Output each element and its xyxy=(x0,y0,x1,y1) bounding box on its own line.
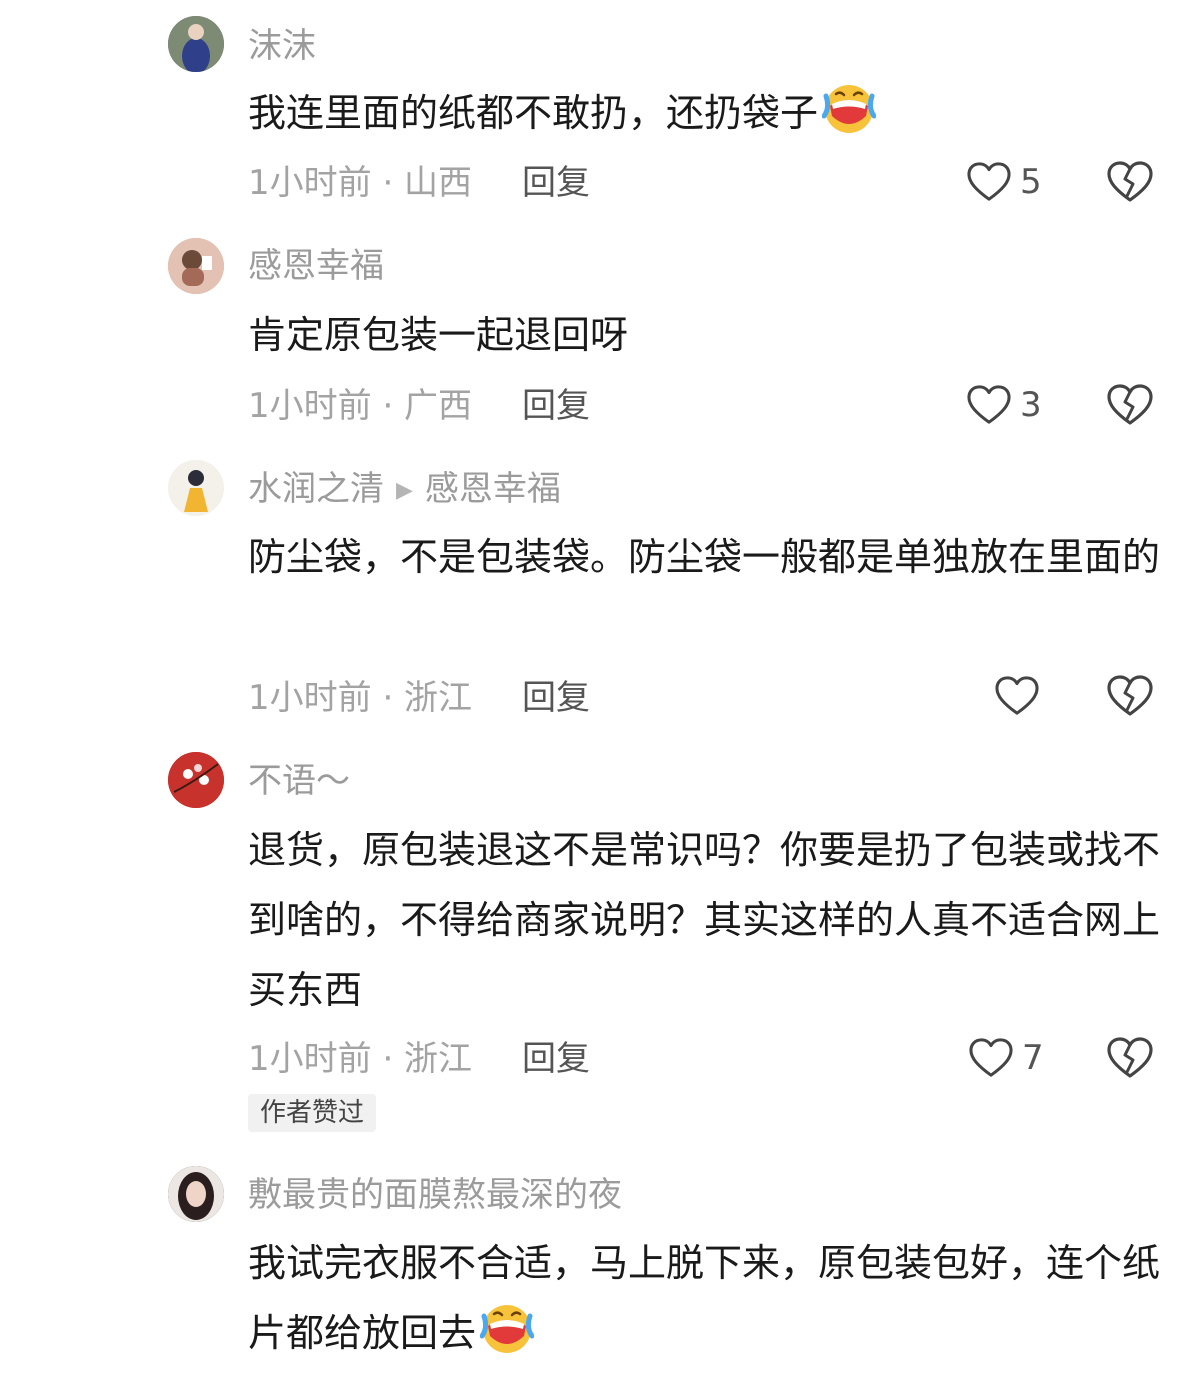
time-location: 1小时前 · 广西 xyxy=(248,386,473,426)
username[interactable]: 不语～ xyxy=(248,761,350,801)
laughing-emoji-icon xyxy=(822,82,876,136)
time-location: 1小时前 · 山西 xyxy=(248,163,473,203)
comment-text: 肯定原包装一起退回呀 xyxy=(248,313,629,357)
avatar[interactable] xyxy=(168,752,224,808)
like-count: 3 xyxy=(1020,385,1042,425)
heart-icon xyxy=(968,1037,1014,1079)
avatar[interactable] xyxy=(168,238,224,294)
username: 水润之清 ▶ 感恩幸福 xyxy=(248,469,561,511)
reply-button[interactable]: 回复 xyxy=(522,1039,590,1079)
reply-target[interactable]: 感恩幸福 xyxy=(425,469,561,509)
username[interactable]: 感恩幸福 xyxy=(248,246,384,286)
like-button[interactable]: 3 xyxy=(966,381,1042,429)
like-button[interactable]: 5 xyxy=(966,158,1042,206)
author-liked-badge: 作者赞过 xyxy=(248,1094,377,1132)
bottom-fade xyxy=(0,1365,1200,1391)
like-button[interactable]: 7 xyxy=(968,1034,1044,1082)
play-arrow-icon: ▶ xyxy=(396,477,413,503)
comment-text: 退货，原包装退这不是常识吗？你要是扔了包装或找不到啥的，不得给商家说明？其实这样… xyxy=(248,828,1161,1012)
username[interactable]: 敷最贵的面膜熬最深的夜 xyxy=(248,1175,622,1215)
reply-button[interactable]: 回复 xyxy=(522,678,590,718)
comment-text: 我连里面的纸都不敢扔，还扔袋子 xyxy=(248,78,1160,148)
comment-text: 我试完衣服不合适，马上脱下来，原包装包好，连个纸片都给放回去 xyxy=(248,1241,1161,1356)
broken-heart-icon[interactable] xyxy=(1106,383,1154,427)
avatar[interactable] xyxy=(168,460,224,516)
heart-icon xyxy=(994,675,1040,717)
reply-author[interactable]: 水润之清 xyxy=(248,469,384,509)
like-button[interactable] xyxy=(994,672,1040,720)
broken-heart-icon[interactable] xyxy=(1106,674,1154,718)
heart-icon xyxy=(966,161,1012,203)
avatar[interactable] xyxy=(168,1166,224,1222)
broken-heart-icon[interactable] xyxy=(1106,160,1154,204)
like-count: 7 xyxy=(1022,1038,1044,1078)
reply-button[interactable]: 回复 xyxy=(522,163,590,203)
reply-button[interactable]: 回复 xyxy=(522,386,590,426)
time-location: 1小时前 · 浙江 xyxy=(248,678,473,718)
avatar[interactable] xyxy=(168,16,224,72)
broken-heart-icon[interactable] xyxy=(1106,1036,1154,1080)
like-count: 5 xyxy=(1020,162,1042,202)
comment-text: 防尘袋，不是包装袋。防尘袋一般都是单独放在里面的 xyxy=(248,535,1161,579)
heart-icon xyxy=(966,384,1012,426)
laughing-emoji-icon xyxy=(480,1302,534,1356)
username[interactable]: 沫沫 xyxy=(248,26,316,66)
time-location: 1小时前 · 浙江 xyxy=(248,1039,473,1079)
